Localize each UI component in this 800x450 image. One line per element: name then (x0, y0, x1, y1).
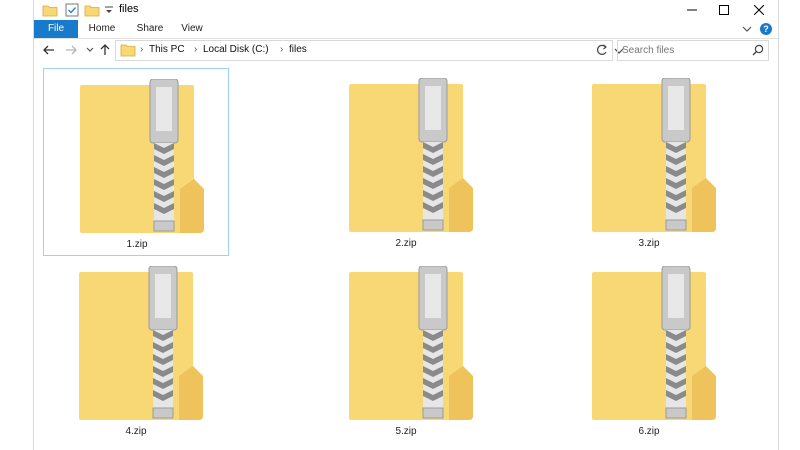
breadcrumb-local-disk[interactable]: Local Disk (C:) (203, 44, 269, 55)
file-name[interactable]: 3.zip (556, 238, 742, 249)
file-item[interactable]: 3.zip (556, 68, 742, 256)
chevron-right-icon[interactable]: › (280, 44, 283, 55)
search-icon[interactable] (752, 44, 764, 56)
minimize-icon (687, 9, 697, 11)
zip-folder-icon (80, 79, 204, 233)
file-name[interactable]: 4.zip (43, 426, 229, 437)
breadcrumb-this-pc[interactable]: This PC (149, 44, 185, 55)
chevron-right-icon[interactable]: › (194, 44, 197, 55)
file-name[interactable]: 5.zip (313, 426, 499, 437)
zip-folder-icon (79, 266, 203, 420)
search-input[interactable] (622, 43, 742, 57)
arrow-left-icon[interactable] (42, 43, 56, 57)
new-folder-icon[interactable] (84, 2, 100, 18)
arrow-right-icon[interactable] (64, 43, 78, 57)
file-item[interactable]: 4.zip (43, 256, 229, 444)
file-item[interactable]: 5.zip (313, 256, 499, 444)
tab-share[interactable]: Share (128, 20, 172, 38)
file-name[interactable]: 1.zip (44, 239, 230, 250)
expand-ribbon-icon[interactable] (742, 24, 752, 34)
explorer-window: files File Home Share View ? › This PC ›… (33, 0, 779, 450)
ribbon: File Home Share View ? (34, 20, 778, 39)
maximize-button[interactable] (709, 0, 739, 20)
tab-home[interactable]: Home (80, 20, 124, 38)
arrow-up-icon[interactable] (98, 43, 112, 57)
recent-locations-icon[interactable] (85, 43, 95, 57)
zip-folder-icon (349, 78, 473, 232)
chevron-right-icon[interactable]: › (140, 44, 143, 55)
minimize-button[interactable] (677, 0, 707, 20)
maximize-icon (719, 5, 729, 15)
tab-file[interactable]: File (34, 20, 78, 38)
zip-folder-icon (592, 266, 716, 420)
window-title: files (119, 3, 139, 15)
file-item[interactable]: 2.zip (313, 68, 499, 256)
folder-icon[interactable] (42, 2, 58, 18)
address-bar[interactable]: › This PC › Local Disk (C:) › files (115, 40, 624, 61)
file-item[interactable]: 1.zip (43, 68, 229, 256)
title-bar: files (34, 0, 778, 20)
folder-icon (120, 44, 136, 57)
close-icon (754, 5, 764, 15)
breadcrumb-files[interactable]: files (289, 44, 307, 55)
tab-view[interactable]: View (170, 20, 214, 38)
zip-folder-icon (592, 78, 716, 232)
file-name[interactable]: 2.zip (313, 238, 499, 249)
file-name[interactable]: 6.zip (556, 426, 742, 437)
file-grid: 1.zip 2.zip 3.zip 4.zip 5.zip 6.zip (34, 64, 778, 450)
properties-icon[interactable] (64, 2, 80, 18)
file-item[interactable]: 6.zip (556, 256, 742, 444)
search-box[interactable] (617, 40, 769, 61)
navigation-bar: › This PC › Local Disk (C:) › files (34, 38, 778, 62)
refresh-button[interactable] (592, 40, 613, 61)
refresh-icon (596, 44, 607, 55)
customize-toolbar-icon[interactable] (104, 2, 114, 18)
help-icon[interactable]: ? (760, 23, 772, 35)
zip-folder-icon (349, 266, 473, 420)
close-button[interactable] (744, 0, 774, 20)
